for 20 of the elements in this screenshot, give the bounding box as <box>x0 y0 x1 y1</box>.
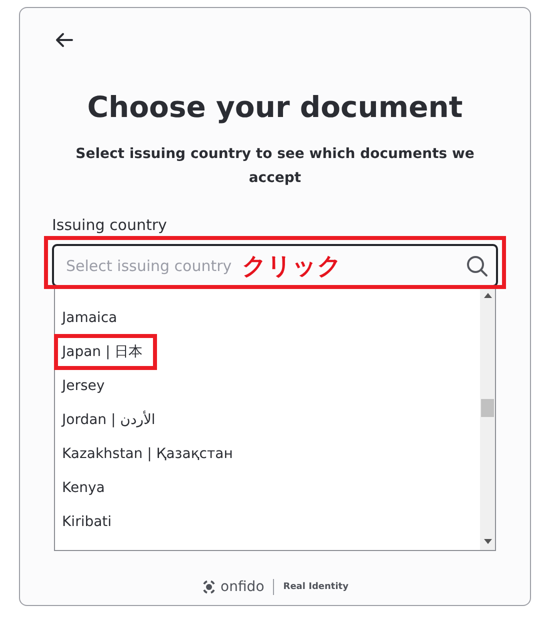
country-option[interactable]: Jersey <box>59 374 108 398</box>
search-field[interactable]: Select issuing country クリック <box>52 244 498 287</box>
page-title: Choose your document <box>86 90 464 124</box>
logo-icon <box>202 580 216 594</box>
brand-tagline: Real Identity <box>283 582 348 592</box>
page-subtitle: Select issuing country to see which documents we accept <box>74 145 476 188</box>
country-option[interactable]: Kiribati <box>59 510 115 534</box>
annotation-label: クリック <box>242 250 342 282</box>
search-input[interactable]: Select issuing country <box>66 256 236 274</box>
country-option[interactable]: Kazakhstan | Қазақстан <box>59 442 236 466</box>
country-option[interactable]: Jamaica <box>59 306 120 330</box>
scroll-up-icon[interactable] <box>484 293 492 298</box>
scrollbar[interactable] <box>480 287 495 550</box>
scroll-down-icon[interactable] <box>484 539 492 544</box>
country-option[interactable]: Jordan | الأردن <box>59 408 158 432</box>
field-label: Issuing country <box>52 216 167 234</box>
search-icon <box>466 254 488 276</box>
brand-name: onfido <box>220 579 264 595</box>
scrollbar-thumb[interactable] <box>481 399 494 417</box>
country-option[interactable]: Kenya <box>59 476 108 500</box>
